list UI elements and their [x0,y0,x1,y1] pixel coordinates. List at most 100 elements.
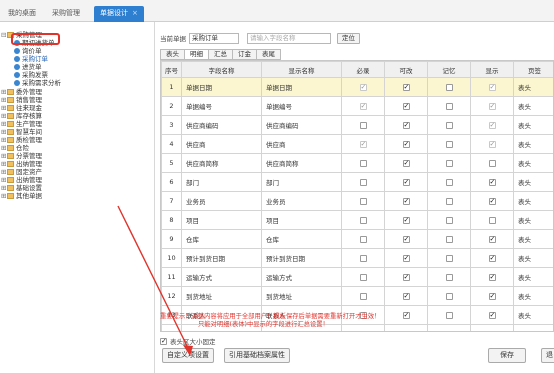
tree-leaf-item[interactable]: 采购需求分析 [14,79,61,87]
memory-checkbox[interactable] [445,83,453,91]
visible-checkbox[interactable] [488,159,496,167]
editable-checkbox[interactable] [402,178,410,187]
table-row[interactable]: 9仓库仓库表头 [161,229,553,249]
tree-folder-item[interactable]: ⊞ 往来现金 [1,104,42,112]
fix-size-option[interactable]: 表头区大小固定 [160,336,216,346]
editable-checkbox[interactable] [402,159,410,168]
tree-folder-item[interactable]: ⊞ 固定资产 [1,168,42,176]
tree-leaf-item[interactable]: 进货单 [14,63,42,71]
tree-leaf-item[interactable]: 询价单 [14,47,42,55]
tree-folder-item[interactable]: ⊞ 委外管理 [1,88,42,96]
tree-folder-item[interactable]: ⊞ 生产管理 [1,120,42,128]
editable-checkbox[interactable] [402,121,410,130]
tree-folder-item[interactable]: ⊞ 质检管理 [1,136,42,144]
table-row[interactable]: 10预计到货日期预计到货日期表头 [161,248,553,268]
tree-leaf-item[interactable]: 采购发票 [14,71,48,79]
tab-header[interactable]: 表头 [160,49,184,60]
memory-checkbox[interactable] [445,216,453,224]
reference-attributes-button[interactable]: 引用基础档案属性 [224,348,290,363]
required-checkbox[interactable] [359,178,367,186]
memory-checkbox[interactable] [445,197,453,205]
required-checkbox[interactable] [359,121,367,129]
locate-button[interactable]: 定位 [337,32,360,44]
visible-checkbox[interactable] [488,292,496,301]
table-row[interactable]: 8项目项目表头 [161,210,553,230]
current-document-field[interactable]: 采购订单 [189,32,239,44]
editable-checkbox[interactable] [402,197,410,206]
table-row[interactable]: 2单据编号单据编号表头 [161,96,553,116]
table-row[interactable]: 1单据日期单据日期表头 [161,77,553,97]
visible-checkbox[interactable] [488,83,496,92]
close-icon[interactable]: × [132,9,138,17]
visible-checkbox[interactable] [488,140,496,149]
memory-checkbox[interactable] [445,311,453,319]
editable-checkbox[interactable] [402,102,410,111]
required-checkbox[interactable] [359,159,367,167]
editable-checkbox[interactable] [402,254,410,263]
save-button[interactable]: 保存 [488,348,526,363]
required-checkbox[interactable] [359,197,367,205]
tree-folder-item[interactable]: ⊞ 智慧车间 [1,128,42,136]
required-checkbox[interactable] [359,83,367,92]
memory-checkbox[interactable] [445,102,453,110]
editable-checkbox[interactable] [402,292,410,301]
visible-checkbox[interactable] [488,273,496,282]
editable-checkbox[interactable] [402,330,410,331]
table-row[interactable]: 3供应商编码供应商编码表头 [161,115,553,135]
memory-checkbox[interactable] [445,254,453,262]
required-checkbox[interactable] [359,140,367,149]
required-checkbox[interactable] [359,102,367,111]
tab-summary[interactable]: 汇总 [208,49,232,60]
required-checkbox[interactable] [359,235,367,243]
visible-checkbox[interactable] [488,254,496,263]
tree-folder-item[interactable]: ⊞ 分票管理 [1,152,42,160]
required-checkbox[interactable] [359,292,367,300]
visible-checkbox[interactable] [488,197,496,206]
tab-purchase-management[interactable]: 采购管理 [46,6,86,22]
memory-checkbox[interactable] [445,330,453,331]
editable-checkbox[interactable] [402,216,410,225]
tree-folder-item[interactable]: ⊞ 仓险 [1,144,29,152]
table-row[interactable]: 11运输方式运输方式表头 [161,267,553,287]
tree-leaf-item[interactable]: 采购订单 [14,55,48,63]
editable-checkbox[interactable] [402,311,410,320]
visible-checkbox[interactable] [488,102,496,111]
table-row[interactable]: 12到货地址到货地址表头 [161,286,553,306]
tab-document-design[interactable]: 单据设计 × [94,6,144,22]
custom-items-button[interactable]: 自定义项设置 [162,348,214,363]
fix-size-checkbox[interactable] [160,337,167,346]
table-row[interactable]: 5供应商简称供应商简称表头 [161,153,553,173]
required-checkbox[interactable] [359,330,367,331]
exit-button[interactable]: 退 [541,348,554,363]
tree-folder-item[interactable]: ⊞ 销售管理 [1,96,42,104]
required-checkbox[interactable] [359,254,367,262]
editable-checkbox[interactable] [402,235,410,244]
memory-checkbox[interactable] [445,273,453,281]
tab-footer[interactable]: 表尾 [256,49,281,60]
tab-my-desktop[interactable]: 我的桌面 [2,6,42,22]
visible-checkbox[interactable] [488,235,496,244]
tab-detail[interactable]: 明细 [184,49,208,60]
visible-checkbox[interactable] [488,216,496,224]
memory-checkbox[interactable] [445,178,453,186]
table-row[interactable]: 4供应商供应商表头 [161,134,553,154]
tree-folder-item[interactable]: ⊞ 出纳管理 [1,176,42,184]
memory-checkbox[interactable] [445,121,453,129]
tree-folder-item[interactable]: ⊞ 出纳管理 [1,160,42,168]
tree-folder-item[interactable]: ⊞ 其他单据 [1,192,42,200]
editable-checkbox[interactable] [402,140,410,149]
editable-checkbox[interactable] [402,83,410,92]
tree-folder-item[interactable]: ⊞ 基础设置 [1,184,42,192]
table-row[interactable]: 7业务员业务员表头 [161,191,553,211]
field-search-input[interactable]: 请输入字段名称 [247,32,331,44]
required-checkbox[interactable] [359,273,367,281]
editable-checkbox[interactable] [402,273,410,282]
tree-folder-item[interactable]: ⊞ 库存核算 [1,112,42,120]
tab-deposit[interactable]: 订金 [232,49,256,60]
visible-checkbox[interactable] [488,121,496,130]
required-checkbox[interactable] [359,216,367,224]
memory-checkbox[interactable] [445,292,453,300]
visible-checkbox[interactable] [488,178,496,187]
visible-checkbox[interactable] [488,311,496,320]
visible-checkbox[interactable] [488,330,496,331]
